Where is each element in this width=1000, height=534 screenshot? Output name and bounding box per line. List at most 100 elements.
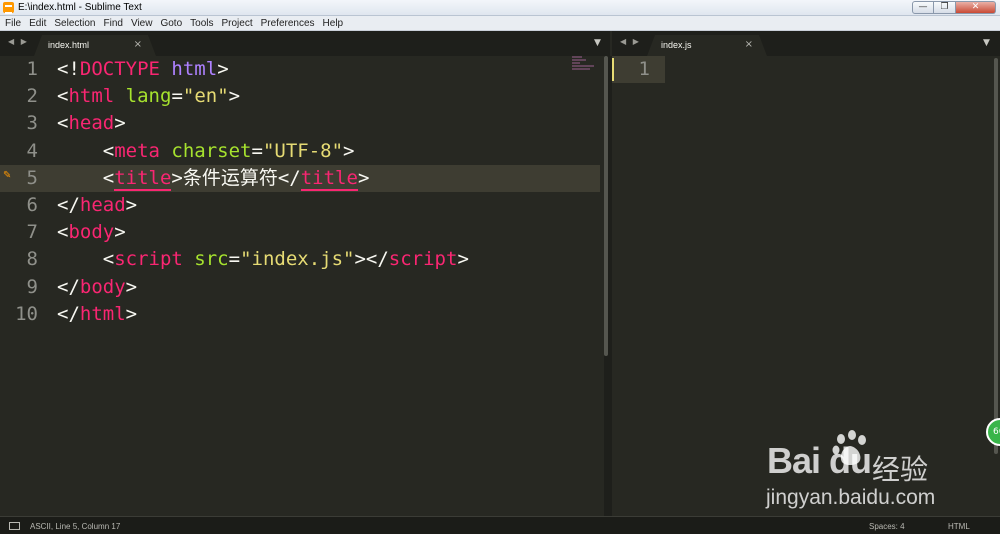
code-token: < [57, 248, 115, 271]
tab-close-icon[interactable]: × [134, 39, 142, 50]
code-token: > [125, 302, 138, 325]
line-number: 4 [26, 139, 38, 162]
code-token: = [228, 248, 241, 271]
code-token: html [68, 85, 115, 108]
baidu-watermark: Bai du 经验 jingyan.baidu.com [760, 425, 995, 515]
panel-toggle-icon[interactable] [9, 522, 20, 530]
code-line[interactable]: <title>条件运算符</title> [57, 165, 469, 192]
tab-nav-arrows-icon[interactable]: ◀ ▶ [620, 37, 641, 46]
menu-project[interactable]: Project [218, 18, 257, 29]
line-number-gutter: 1 [612, 56, 660, 83]
code-line[interactable]: <head> [57, 110, 469, 137]
line-number: 7 [26, 221, 38, 244]
code-token: > [217, 58, 229, 80]
line-number: 10 [15, 302, 38, 325]
sublime-text-icon [3, 2, 14, 14]
code-token: </ [57, 275, 80, 298]
tabbar-right: ◀ ▶ index.js × ▼ [612, 31, 1000, 56]
code-line[interactable]: <meta charset="UTF-8"> [57, 138, 469, 165]
pane-divider[interactable] [604, 56, 612, 516]
menu-bar: File Edit Selection Find View Goto Tools… [0, 16, 1000, 31]
chevron-down-icon[interactable]: ▼ [983, 38, 990, 48]
menu-goto[interactable]: Goto [156, 18, 186, 29]
menu-find[interactable]: Find [100, 18, 127, 29]
code-token: head [68, 112, 115, 135]
syntax-setting[interactable]: HTML [948, 522, 970, 531]
line-number-gutter: 1 2 3 4 5 6 7 8 9 10 [0, 56, 48, 328]
code-token: = [251, 139, 263, 162]
code-area[interactable]: <!DOCTYPE html> <html lang="en"> <head> <m… [57, 56, 469, 328]
code-line[interactable]: <!DOCTYPE html> [57, 56, 469, 83]
code-token: meta [114, 139, 160, 162]
menu-help[interactable]: Help [319, 18, 348, 29]
code-token: html [79, 302, 126, 325]
code-token: < [57, 85, 69, 108]
code-token: > [343, 139, 355, 162]
code-token: < [57, 166, 115, 189]
code-token: >条件运算符</ [171, 166, 301, 189]
tab-index-js[interactable]: index.js × [647, 35, 767, 56]
menu-preferences[interactable]: Preferences [257, 18, 319, 29]
line-number: 1 [26, 58, 38, 80]
maximize-button[interactable]: ❐ [934, 1, 956, 14]
menu-selection[interactable]: Selection [50, 18, 99, 29]
code-token: > [228, 85, 241, 108]
code-token: > [125, 275, 138, 298]
window-title: E:\index.html - Sublime Text [18, 2, 142, 13]
code-token: charset [171, 139, 252, 162]
menu-edit[interactable]: Edit [25, 18, 50, 29]
code-token: script [114, 248, 183, 271]
code-token: </ [57, 193, 80, 216]
line-number: 8 [26, 248, 38, 271]
code-token: body [79, 275, 126, 298]
tab-index-html[interactable]: index.html × [34, 35, 156, 56]
cursor-position: ASCII, Line 5, Column 17 [30, 522, 121, 531]
code-line[interactable]: <body> [57, 219, 469, 246]
minimap[interactable] [572, 56, 600, 76]
line-number: 2 [26, 85, 38, 108]
code-line[interactable]: </html> [57, 301, 469, 328]
watermark-url: jingyan.baidu.com [766, 486, 936, 509]
code-token: "index.js" [240, 248, 355, 271]
menu-file[interactable]: File [0, 18, 25, 29]
minimize-button[interactable]: — [912, 1, 934, 14]
code-token: lang [125, 85, 172, 108]
status-bar: ASCII, Line 5, Column 17 Spaces: 4 HTML [0, 516, 1000, 534]
code-token: > [357, 166, 370, 189]
code-token: > [125, 193, 138, 216]
close-button[interactable]: ✕ [956, 1, 996, 14]
line-number: 6 [26, 193, 38, 216]
code-token: head [79, 193, 126, 216]
code-line[interactable]: </body> [57, 274, 469, 301]
scrollbar-left[interactable] [604, 56, 608, 356]
code-line[interactable]: <html lang="en"> [57, 83, 469, 110]
baidu-logo-text: Bai du [767, 440, 872, 481]
code-token: script [388, 248, 458, 271]
code-token: body [68, 221, 115, 244]
code-token: <! [57, 58, 80, 80]
code-token: title [114, 166, 172, 191]
tabbar-left: ◀ ▶ index.html × ▼ [0, 31, 610, 56]
code-token: DOCTYPE [79, 58, 160, 80]
menu-view[interactable]: View [127, 18, 157, 29]
indentation-setting[interactable]: Spaces: 4 [869, 522, 905, 531]
window-titlebar: E:\index.html - Sublime Text — ❐ ✕ [0, 0, 1000, 16]
code-line[interactable]: <script src="index.js"></script> [57, 246, 469, 273]
chevron-down-icon[interactable]: ▼ [594, 38, 601, 48]
code-token: > [114, 221, 126, 244]
code-line[interactable]: </head> [57, 192, 469, 219]
scrollbar-right[interactable] [994, 58, 998, 454]
line-number: 5 [26, 166, 38, 189]
code-token: = [171, 85, 183, 108]
code-token: </ [57, 302, 80, 325]
code-token: src [194, 248, 229, 271]
tab-nav-arrows-icon[interactable]: ◀ ▶ [8, 37, 29, 46]
code-token: "en" [182, 85, 229, 108]
menu-tools[interactable]: Tools [186, 18, 217, 29]
code-token: > [457, 248, 469, 271]
tab-close-icon[interactable]: × [745, 39, 753, 50]
editor-pane-left[interactable]: ✎ 1 2 3 4 5 6 7 8 9 10 <!DOCTYPE html> <html lang=… [0, 56, 604, 516]
